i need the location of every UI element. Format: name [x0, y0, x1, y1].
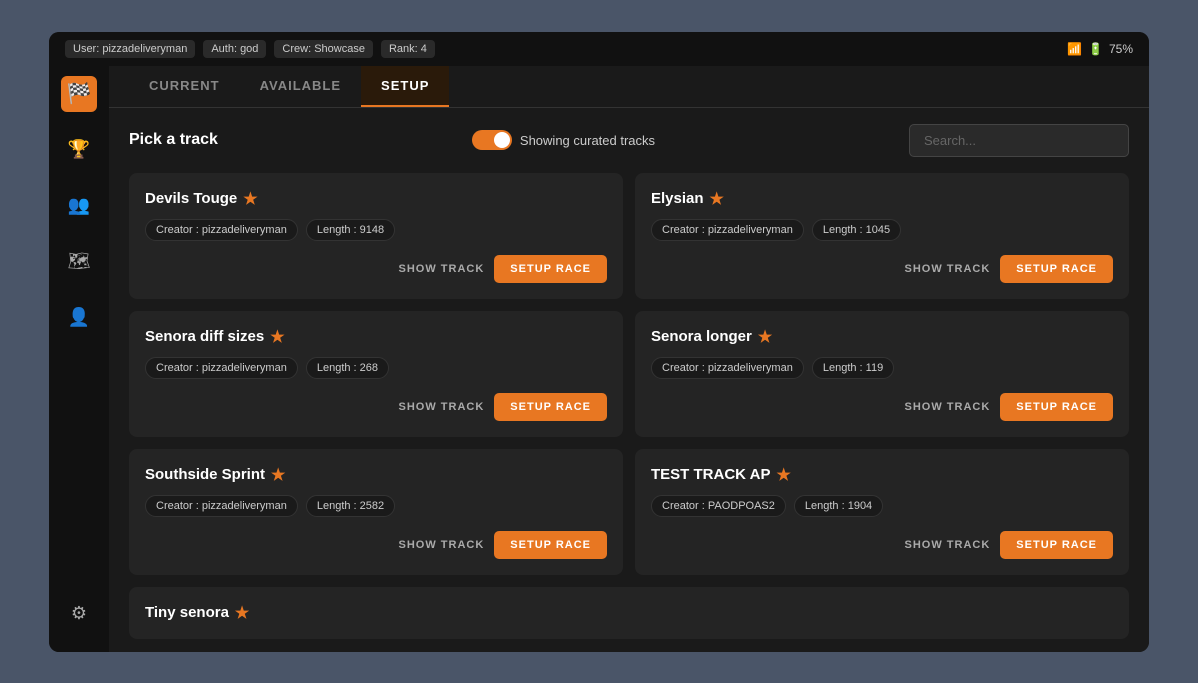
- track-actions-0: SHOW TRACK SETUP RACE: [145, 255, 607, 283]
- length-badge-3: Length : 119: [812, 357, 894, 379]
- auth-badge: Auth: god: [203, 40, 266, 58]
- length-badge-5: Length : 1904: [794, 495, 883, 517]
- page-title: Pick a track: [129, 131, 218, 149]
- setup-race-btn-0[interactable]: SETUP RACE: [494, 255, 607, 283]
- track-grid: Devils Touge ★ Creator : pizzadeliveryma…: [129, 173, 1129, 575]
- star-icon-0: ★: [243, 189, 257, 209]
- setup-race-btn-1[interactable]: SeTUP RAcE: [1000, 255, 1113, 283]
- track-meta-2: Creator : pizzadeliveryman Length : 268: [145, 357, 607, 379]
- racing-flag-icon: 🏁: [67, 81, 92, 106]
- battery-icon: 🔋: [1088, 42, 1103, 56]
- people-icon: 👥: [68, 195, 90, 216]
- star-icon-3: ★: [758, 327, 772, 347]
- sidebar-icon-trophy[interactable]: 🏆: [61, 132, 97, 168]
- length-badge-2: Length : 268: [306, 357, 389, 379]
- show-track-btn-3[interactable]: SHOW TRACK: [905, 401, 991, 413]
- track-actions-1: SHOW TRACK SeTUP RAcE: [651, 255, 1113, 283]
- rank-badge: Rank: 4: [381, 40, 435, 58]
- sidebar: 🏁 🏆 👥 🗺 👤 ⚙: [49, 66, 109, 652]
- track-actions-5: SHOW TRACK SETUP Race: [651, 531, 1113, 559]
- sidebar-icon-people[interactable]: 👥: [61, 188, 97, 224]
- track-actions-4: SHOW TRACK SETup Race: [145, 531, 607, 559]
- setup-race-btn-2[interactable]: SETUP Race: [494, 393, 607, 421]
- status-bar: User: pizzadeliveryman Auth: god Crew: S…: [49, 32, 1149, 66]
- track-meta-3: Creator : pizzadeliveryman Length : 119: [651, 357, 1113, 379]
- track-title-5: TEST TRACK AP ★: [651, 465, 1113, 485]
- curated-label: Showing curated tracks: [520, 133, 655, 148]
- track-card-1: Elysian ★ Creator : pizzadeliveryman Len…: [635, 173, 1129, 299]
- length-badge-0: Length : 9148: [306, 219, 395, 241]
- search-input[interactable]: [909, 124, 1129, 157]
- track-meta-1: Creator : pizzadeliveryman Length : 1045: [651, 219, 1113, 241]
- status-bar-left: User: pizzadeliveryman Auth: god Crew: S…: [65, 40, 435, 58]
- track-card-4: Southside Sprint ★ Creator : pizzadelive…: [129, 449, 623, 575]
- setup-race-btn-5[interactable]: SETUP Race: [1000, 531, 1113, 559]
- show-track-btn-1[interactable]: SHOW TRACK: [905, 263, 991, 275]
- tab-setup[interactable]: SETUP: [361, 66, 449, 107]
- track-meta-5: Creator : PAODPOAS2 Length : 1904: [651, 495, 1113, 517]
- track-title-3: Senora longer ★: [651, 327, 1113, 347]
- show-track-btn-5[interactable]: SHOW TRACK: [905, 539, 991, 551]
- track-title-0: Devils Touge ★: [145, 189, 607, 209]
- sidebar-icon-routes[interactable]: 🗺: [61, 244, 97, 280]
- star-icon-4: ★: [271, 465, 285, 485]
- routes-icon: 🗺: [68, 251, 91, 272]
- battery-level: 75%: [1109, 42, 1133, 56]
- app-window: User: pizzadeliveryman Auth: god Crew: S…: [49, 32, 1149, 652]
- content-scroll: Pick a track Showing curated tracks Devi…: [109, 108, 1149, 652]
- creator-badge-0: Creator : pizzadeliveryman: [145, 219, 298, 241]
- show-track-btn-2[interactable]: SHOW TRACK: [399, 401, 485, 413]
- track-card-2: Senora diff sizes ★ Creator : pizzadeliv…: [129, 311, 623, 437]
- content-header: Pick a track Showing curated tracks: [129, 124, 1129, 157]
- track-card-0: Devils Touge ★ Creator : pizzadeliveryma…: [129, 173, 623, 299]
- sidebar-icon-group[interactable]: 👤: [61, 300, 97, 336]
- content-area: CURRENT AVAILABLE SETUP Pick a track Sho…: [109, 66, 1149, 652]
- star-icon-1: ★: [710, 189, 724, 209]
- sidebar-bottom: ⚙: [61, 596, 97, 642]
- track-card-5: TEST TRACK AP ★ Creator : PAODPOAS2 Leng…: [635, 449, 1129, 575]
- settings-icon: ⚙: [71, 603, 87, 624]
- length-badge-1: Length : 1045: [812, 219, 901, 241]
- creator-badge-5: Creator : PAODPOAS2: [651, 495, 786, 517]
- show-track-btn-4[interactable]: SHOW TRACK: [399, 539, 485, 551]
- track-card-partial: Tiny senora ★: [129, 587, 1129, 639]
- curated-toggle-switch[interactable]: [472, 130, 512, 150]
- curated-toggle-row: Showing curated tracks: [472, 130, 655, 150]
- status-bar-right: 📶 🔋 75%: [1067, 42, 1133, 56]
- crew-badge: Crew: Showcase: [274, 40, 373, 58]
- track-title-4: Southside Sprint ★: [145, 465, 607, 485]
- setup-race-btn-4[interactable]: SETup Race: [494, 531, 607, 559]
- track-title-2: Senora diff sizes ★: [145, 327, 607, 347]
- tabs-bar: CURRENT AVAILABLE SETUP: [109, 66, 1149, 108]
- trophy-icon: 🏆: [68, 139, 90, 160]
- creator-badge-4: Creator : pizzadeliveryman: [145, 495, 298, 517]
- sidebar-icon-settings[interactable]: ⚙: [61, 596, 97, 632]
- partial-card-row: Tiny senora ★: [129, 587, 1129, 639]
- creator-badge-2: Creator : pizzadeliveryman: [145, 357, 298, 379]
- track-meta-4: Creator : pizzadeliveryman Length : 2582: [145, 495, 607, 517]
- partial-star-icon: ★: [235, 603, 249, 623]
- user-badge: User: pizzadeliveryman: [65, 40, 195, 58]
- creator-badge-1: Creator : pizzadeliveryman: [651, 219, 804, 241]
- setup-race-btn-3[interactable]: SETUP RACE: [1000, 393, 1113, 421]
- track-meta-0: Creator : pizzadeliveryman Length : 9148: [145, 219, 607, 241]
- creator-badge-3: Creator : pizzadeliveryman: [651, 357, 804, 379]
- length-badge-4: Length : 2582: [306, 495, 395, 517]
- track-title-1: Elysian ★: [651, 189, 1113, 209]
- signal-icon: 📶: [1067, 42, 1082, 56]
- star-icon-5: ★: [776, 465, 790, 485]
- track-actions-3: SHOW TRACK SETUP RACE: [651, 393, 1113, 421]
- tab-current[interactable]: CURRENT: [129, 66, 240, 107]
- group-icon: 👤: [68, 307, 90, 328]
- tab-available[interactable]: AVAILABLE: [240, 66, 361, 107]
- show-track-btn-0[interactable]: SHOW TRACK: [399, 263, 485, 275]
- sidebar-icon-racing[interactable]: 🏁: [61, 76, 97, 112]
- star-icon-2: ★: [270, 327, 284, 347]
- track-actions-2: SHOW TRACK SETUP Race: [145, 393, 607, 421]
- main-layout: 🏁 🏆 👥 🗺 👤 ⚙: [49, 66, 1149, 652]
- track-card-3: Senora longer ★ Creator : pizzadeliverym…: [635, 311, 1129, 437]
- partial-track-title: Tiny senora ★: [145, 603, 1113, 623]
